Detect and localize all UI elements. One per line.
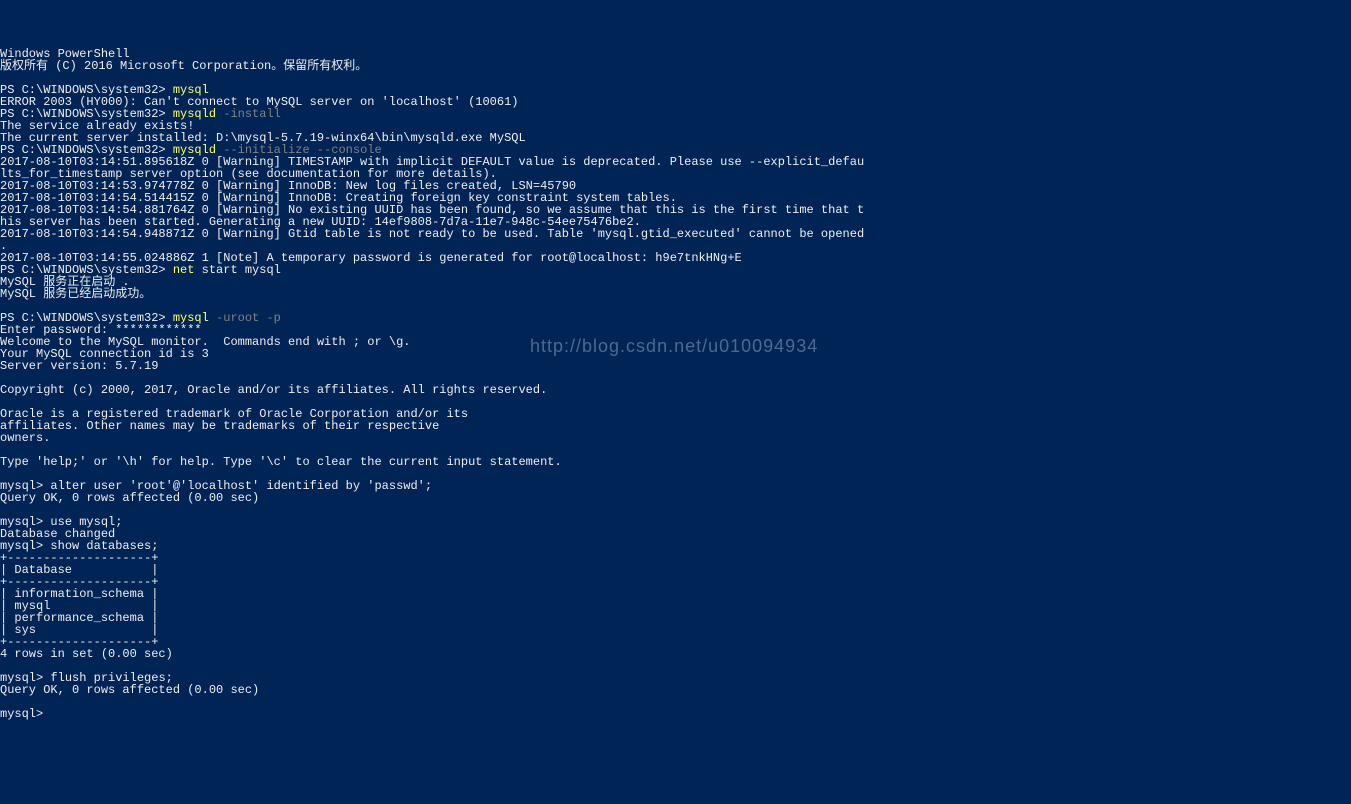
copyright: Copyright (c) 2000, 2017, Oracle and/or … — [0, 383, 547, 397]
server-version: Server version: 5.7.19 — [0, 359, 158, 373]
arg-login: -uroot -p — [209, 311, 281, 325]
cmd-net: net — [173, 263, 195, 277]
arg-net: start mysql — [194, 263, 280, 277]
copyright-line: 版权所有 (C) 2016 Microsoft Corporation。保留所有… — [0, 59, 367, 73]
trademark: affiliates. Other names may be trademark… — [0, 419, 439, 433]
help-line: Type 'help;' or '\h' for help. Type '\c'… — [0, 455, 562, 469]
net-start-2: MySQL 服务已经启动成功。 — [0, 287, 151, 301]
arg-install: -install — [216, 107, 281, 121]
warn-line: 2017-08-10T03:14:54.948871Z 0 [Warning] … — [0, 227, 864, 241]
query-ok: Query OK, 0 rows affected (0.00 sec) — [0, 683, 259, 697]
terminal[interactable]: Windows PowerShell 版权所有 (C) 2016 Microso… — [0, 48, 1351, 720]
trademark: owners. — [0, 431, 50, 445]
mysql-prompt: mysql> — [0, 707, 50, 721]
rows-in-set: 4 rows in set (0.00 sec) — [0, 647, 173, 661]
query-ok: Query OK, 0 rows affected (0.00 sec) — [0, 491, 259, 505]
